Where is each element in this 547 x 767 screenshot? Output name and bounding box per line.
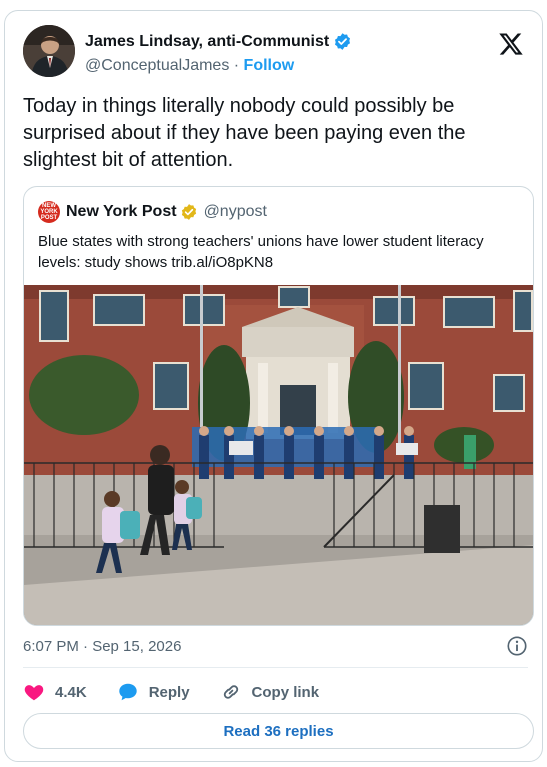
link-icon <box>223 685 238 699</box>
quoted-tweet-text: Blue states with strong teachers' unions… <box>38 233 484 271</box>
verified-badge-icon <box>335 33 351 50</box>
divider <box>23 667 528 668</box>
gold-verified-badge-icon <box>181 204 196 220</box>
like-button[interactable]: 4.4K <box>23 681 87 703</box>
reply-button[interactable]: Reply <box>117 681 190 703</box>
author-name[interactable]: James Lindsay, anti-Communist <box>85 33 329 51</box>
school-photo[interactable] <box>24 285 534 626</box>
x-logo-icon[interactable] <box>498 31 524 57</box>
tweet-text: Today in things literally nobody could p… <box>23 95 466 171</box>
tweet-timestamp[interactable]: 6:07 PM · Sep 15, 2026 <box>23 638 181 655</box>
copy-link-label: Copy link <box>251 683 320 701</box>
action-bar: 4.4K Reply Copy link <box>23 679 349 705</box>
follow-button[interactable]: Follow <box>244 57 295 74</box>
tweet-card: James Lindsay, anti-Communist @Conceptua… <box>4 10 543 762</box>
nypost-avatar[interactable]: NEW YORK POST <box>38 201 60 223</box>
read-replies-button[interactable]: Read 36 replies <box>23 713 534 749</box>
tweet-header: James Lindsay, anti-Communist @Conceptua… <box>23 25 528 79</box>
separator-dot: · <box>233 57 240 74</box>
nypost-logo-text: NEW YORK POST <box>40 203 58 221</box>
copy-link-button[interactable]: Copy link <box>220 681 320 703</box>
quoted-author-handle[interactable]: @nypost <box>204 203 267 221</box>
avatar[interactable] <box>23 25 75 77</box>
quoted-tweet[interactable]: NEW YORK POST New York Post @nypost Blue… <box>23 186 534 626</box>
author-name-row: James Lindsay, anti-Communist <box>85 32 352 51</box>
quoted-author-name[interactable]: New York Post <box>66 203 177 221</box>
heart-icon <box>24 685 44 701</box>
quoted-tweet-header: NEW YORK POST New York Post @nypost <box>38 201 267 223</box>
author-handle-row: @ConceptualJames · Follow <box>85 57 294 75</box>
reply-label: Reply <box>148 683 190 701</box>
info-icon[interactable] <box>506 635 528 657</box>
author-handle[interactable]: @ConceptualJames <box>85 57 229 74</box>
like-count: 4.4K <box>55 683 87 701</box>
reply-bubble-icon <box>118 683 137 701</box>
